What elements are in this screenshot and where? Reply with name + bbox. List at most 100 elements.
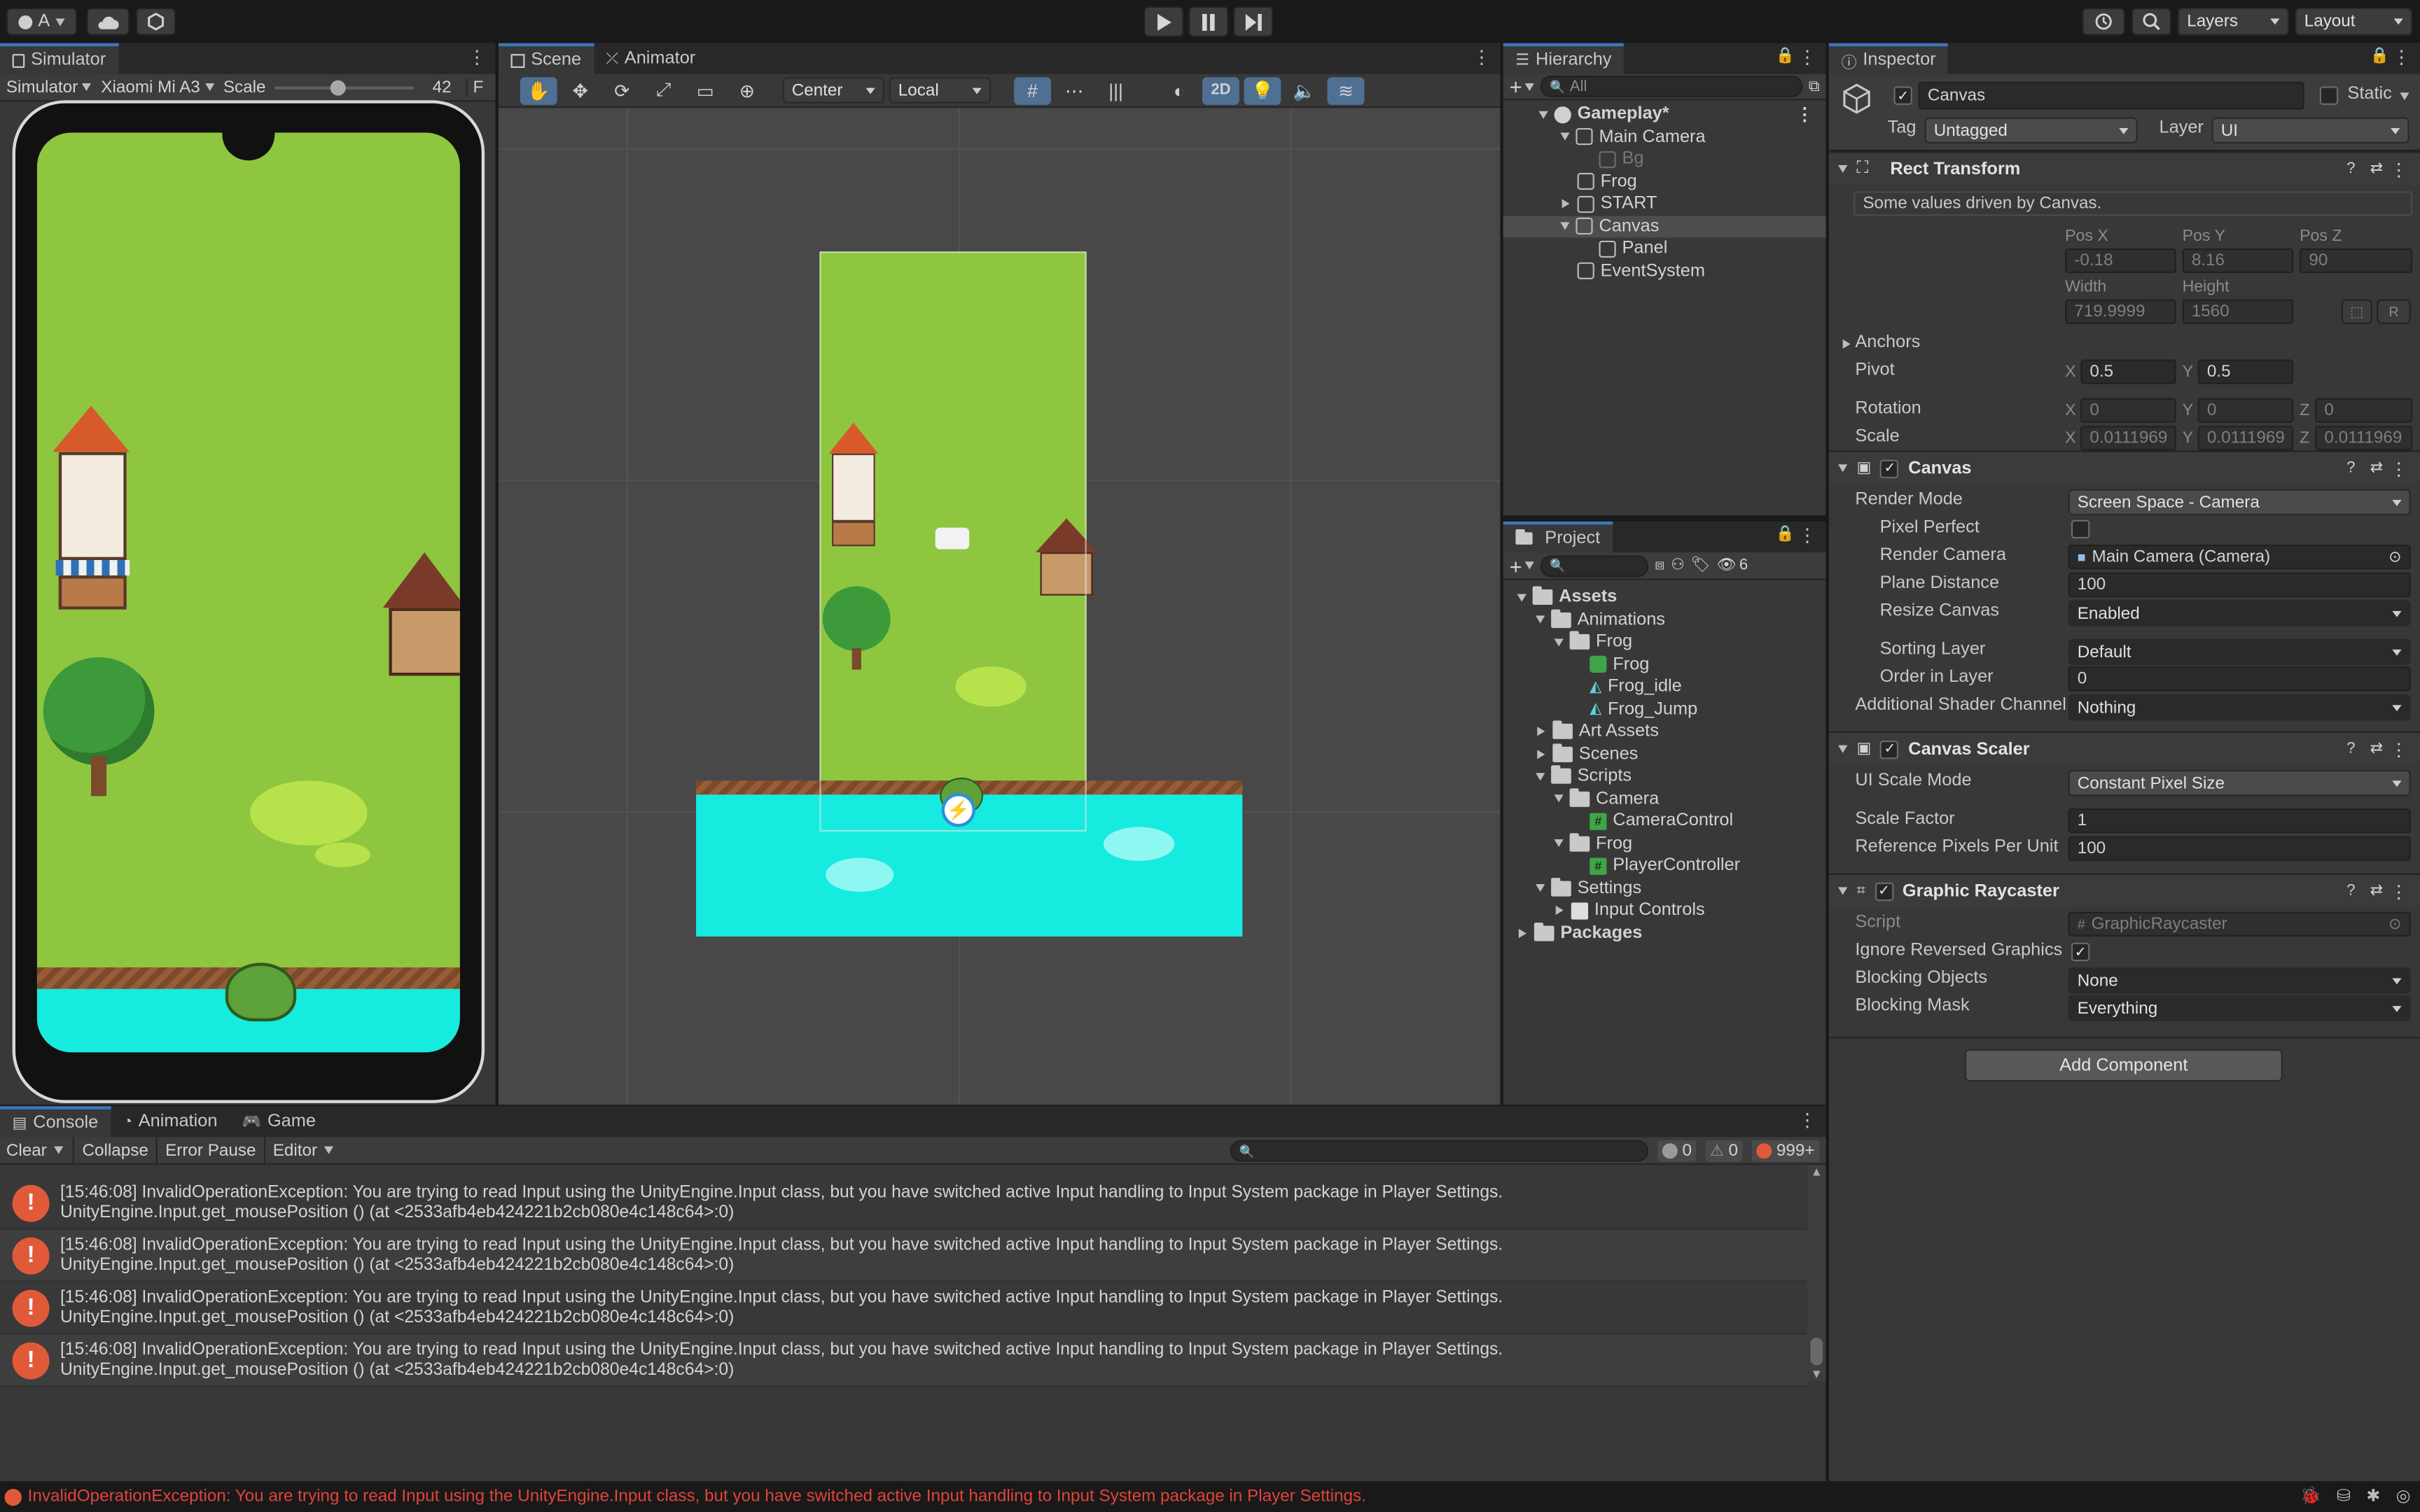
lighting-button[interactable]: 💡 xyxy=(1244,76,1281,104)
scale-slider-thumb[interactable] xyxy=(330,79,346,95)
chevron-right-icon[interactable] xyxy=(1555,906,1564,916)
pivot-y-field[interactable]: 0.5 xyxy=(2197,359,2294,384)
editor-dropdown[interactable]: Editor xyxy=(265,1141,340,1159)
project-item[interactable]: Frog xyxy=(1503,832,1826,855)
scrollbar-thumb[interactable] xyxy=(1810,1337,1823,1366)
component-menu-icon[interactable]: ⋮ xyxy=(2390,158,2407,179)
audio-button[interactable]: 🔈 xyxy=(1286,76,1323,104)
project-item[interactable]: Packages xyxy=(1503,922,1826,944)
canvas-scaler-enabled-checkbox[interactable]: ✓ xyxy=(1880,739,1900,759)
progress-icon[interactable]: ◎ xyxy=(2396,1486,2411,1506)
hidden-packages-toggle[interactable]: 👁 6 xyxy=(1716,557,1748,574)
console-log-entry[interactable]: ! [15:46:08] InvalidOperationException: Y… xyxy=(0,1334,1808,1387)
pause-button[interactable] xyxy=(1188,6,1229,37)
scale-x-field[interactable]: 0.0111969 xyxy=(2080,426,2176,451)
console-log-list[interactable]: ! [15:46:08] InvalidOperationException: Y… xyxy=(0,1177,1808,1409)
chevron-right-icon[interactable] xyxy=(1537,749,1545,759)
hierarchy-item[interactable]: START xyxy=(1503,193,1826,216)
reference-ppu-field[interactable]: 100 xyxy=(2068,836,2411,861)
search-button[interactable] xyxy=(2131,8,2172,36)
scroll-down-icon[interactable]: ▼ xyxy=(1807,1367,1826,1381)
chevron-right-icon[interactable] xyxy=(1518,928,1527,938)
chevron-right-icon[interactable] xyxy=(1537,727,1545,736)
plane-distance-field[interactable]: 100 xyxy=(2068,572,2411,597)
tab-animator[interactable]: ⤫ Animator xyxy=(594,43,708,74)
project-item[interactable]: Input Controls xyxy=(1503,899,1826,922)
chevron-down-icon[interactable] xyxy=(1517,594,1527,602)
project-item[interactable]: Frog xyxy=(1503,631,1826,653)
cache-server-icon[interactable]: ⛁ xyxy=(2337,1486,2351,1506)
scroll-up-icon[interactable]: ▲ xyxy=(1807,1165,1826,1179)
canvas-component-header[interactable]: ▣ ✓ Canvas ? ⇄ ⋮ xyxy=(1828,450,2420,485)
project-item[interactable]: # CameraControl xyxy=(1503,810,1826,832)
debug-mode-icon[interactable]: 🐞 xyxy=(2300,1486,2321,1506)
project-search-input[interactable]: 🔍 xyxy=(1541,554,1649,577)
active-checkbox[interactable]: ✓ xyxy=(1893,86,1912,105)
layers-dropdown[interactable]: Layers xyxy=(2177,8,2289,36)
anchors-expand-icon[interactable] xyxy=(1842,339,1851,349)
chevron-down-icon[interactable] xyxy=(1538,111,1548,119)
kebab-menu-icon[interactable]: ⋮ xyxy=(2392,48,2410,66)
raw-button[interactable]: R xyxy=(2377,299,2411,324)
rect-tool-button[interactable]: ▭ xyxy=(687,76,724,104)
tab-project[interactable]: Project xyxy=(1503,521,1613,553)
ignore-reversed-checkbox[interactable]: ✓ xyxy=(2071,942,2090,962)
chevron-down-icon[interactable] xyxy=(1536,884,1545,892)
scene-visibility-icon[interactable]: ⧉ xyxy=(1809,78,1820,94)
rotation-y-field[interactable]: 0 xyxy=(2197,398,2294,423)
project-item[interactable]: Camera xyxy=(1503,788,1826,810)
preset-icon[interactable]: ⇄ xyxy=(2370,160,2383,177)
clear-dropdown[interactable]: Clear xyxy=(0,1136,75,1164)
help-icon[interactable]: ? xyxy=(2346,741,2355,757)
help-icon[interactable]: ? xyxy=(2346,160,2355,177)
rect-transform-header[interactable]: ⛶ Rect Transform ? ⇄ ⋮ xyxy=(1828,151,2420,186)
hierarchy-item[interactable]: Main Camera xyxy=(1503,126,1826,148)
error-count-toggle[interactable]: 999+ xyxy=(1751,1140,1820,1162)
chevron-down-icon[interactable] xyxy=(1536,615,1545,624)
add-component-button[interactable]: Add Component xyxy=(1964,1049,2283,1082)
rotate-tool-button[interactable]: ⟳ xyxy=(604,76,641,104)
graphic-raycaster-header[interactable]: ⌗ ✓ Graphic Raycaster ? ⇄ ⋮ xyxy=(1828,873,2420,908)
log-count-toggle[interactable]: 0 xyxy=(1657,1140,1697,1162)
preset-icon[interactable]: ⇄ xyxy=(2370,460,2383,477)
warning-count-toggle[interactable]: ⚠ 0 xyxy=(1705,1140,1743,1162)
lock-icon[interactable]: 🔒 xyxy=(1776,526,1795,543)
hierarchy-item[interactable]: Frog xyxy=(1503,171,1826,193)
search-by-type-icon[interactable]: ⧈ xyxy=(1655,557,1664,574)
project-item[interactable]: Scripts xyxy=(1503,765,1826,788)
console-log-entry[interactable]: ! [15:46:08] InvalidOperationException: Y… xyxy=(0,1229,1808,1282)
canvas-scaler-header[interactable]: ▣ ✓ Canvas Scaler ? ⇄ ⋮ xyxy=(1828,731,2420,766)
rotation-x-field[interactable]: 0 xyxy=(2080,398,2176,423)
script-field[interactable]: # GraphicRaycaster ⊙ xyxy=(2068,911,2411,937)
chevron-down-icon[interactable] xyxy=(1560,222,1570,230)
effects-button[interactable]: ≋ xyxy=(1327,76,1365,104)
rotation-z-field[interactable]: 0 xyxy=(2315,398,2413,423)
pixel-perfect-checkbox[interactable] xyxy=(2071,519,2090,539)
shader-channel-dropdown[interactable]: Nothing xyxy=(2068,694,2411,721)
static-checkbox[interactable] xyxy=(2319,86,2339,105)
tab-scene[interactable]: Scene xyxy=(498,43,594,74)
raycaster-enabled-checkbox[interactable]: ✓ xyxy=(1875,881,1893,901)
object-picker-icon[interactable]: ⊙ xyxy=(2388,549,2401,566)
tab-inspector[interactable]: ⓘ Inspector xyxy=(1828,43,1949,74)
scale-tool-button[interactable]: ⤢ xyxy=(645,76,682,104)
device-dropdown[interactable]: Xiaomi Mi A3 xyxy=(101,78,214,97)
scale-z-field[interactable]: 0.0111969 xyxy=(2315,426,2413,451)
play-button[interactable] xyxy=(1143,6,1184,37)
project-item[interactable]: # PlayerController xyxy=(1503,855,1826,877)
scene-viewport[interactable]: ⚡ xyxy=(498,108,1501,1105)
render-camera-field[interactable]: ■ Main Camera (Camera) ⊙ xyxy=(2068,545,2411,570)
simulator-mode-dropdown[interactable]: Simulator xyxy=(6,78,92,97)
console-log-entry[interactable]: ! [15:46:08] InvalidOperationException: Y… xyxy=(0,1177,1808,1230)
canvas-enabled-checkbox[interactable]: ✓ xyxy=(1880,458,1900,478)
hand-tool-button[interactable]: ✋ xyxy=(520,76,557,104)
render-mode-dropdown[interactable]: Screen Space - Camera xyxy=(2068,489,2411,516)
tab-animation[interactable]: ◔ Animation xyxy=(111,1106,230,1137)
grid-snap-button[interactable]: # xyxy=(1014,76,1051,104)
scale-slider[interactable] xyxy=(274,78,415,96)
project-item[interactable]: Settings xyxy=(1503,877,1826,899)
chevron-right-icon[interactable] xyxy=(1562,199,1570,209)
ui-scale-mode-dropdown[interactable]: Constant Pixel Size xyxy=(2068,769,2411,797)
kebab-menu-icon[interactable]: ⋮ xyxy=(1798,48,1816,66)
chevron-down-icon[interactable] xyxy=(1554,839,1564,848)
